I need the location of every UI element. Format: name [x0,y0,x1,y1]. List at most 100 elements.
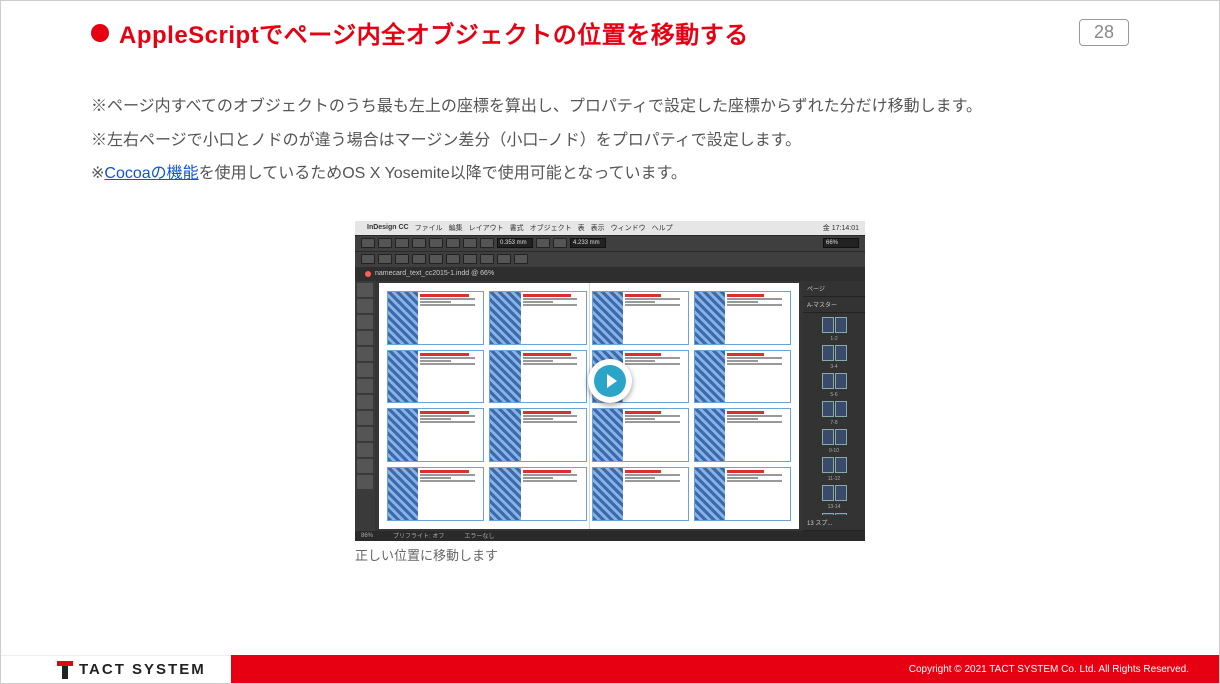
menu-type: 書式 [510,223,524,233]
desc-line-3: ※Cocoaの機能を使用しているためOS X Yosemite以降で使用可能とな… [91,157,1129,191]
menu-view: 表示 [591,223,605,233]
namecard [489,291,586,345]
page-number: 28 [1079,19,1129,46]
desc-line-3-suffix: を使用しているためOS X Yosemite以降で使用可能となっています。 [199,165,687,182]
status-preflight: プリフライト: オフ [393,531,444,540]
slide-title: AppleScriptでページ内全オブジェクトの位置を移動する [119,15,749,50]
desc-line-1: ※ページ内すべてのオブジェクトのうち最も左上の座標を算出し、プロパティで設定した… [91,90,1129,124]
page-spread [822,401,847,417]
desc-line-3-prefix: ※ [91,165,104,182]
tool-palette [355,281,375,531]
toolbar-button [553,238,567,248]
title-bullet [91,24,109,42]
toolbar-button [446,238,460,248]
tact-logo-icon [57,661,73,679]
traffic-light-close-icon [365,271,371,277]
document-tab-label: namecard_text_cc2015-1.indd @ 66% [375,270,494,277]
page-spread [822,373,847,389]
pages-count: 13 スプ... [803,515,865,531]
pages-panel-header: ページ [803,281,865,297]
tool-icon [357,347,373,361]
page-spread [822,317,847,333]
menubar-clock: 金 17:14:01 [823,223,859,233]
namecard [694,467,791,521]
namecard [387,408,484,462]
status-errors: エラーなし [464,531,494,540]
menu-file: ファイル [415,223,443,233]
toolbar-button [463,238,477,248]
namecard [489,408,586,462]
toolbar-button [536,238,550,248]
pages-panel-master: A-マスター [803,297,865,313]
tool-icon [357,411,373,425]
status-zoom: 86% [361,533,373,539]
menu-object: オブジェクト [530,223,572,233]
toolbar-field: 4.233 mm [570,238,606,248]
page-label: 7-8 [830,420,837,426]
namecard [387,291,484,345]
tool-icon [357,379,373,393]
tool-icon [357,443,373,457]
menu-edit: 編集 [449,223,463,233]
tool-icon [357,363,373,377]
page-spread [822,429,847,445]
zoom-field: 66% [823,238,859,248]
menu-table: 表 [578,223,585,233]
page-label: 5-6 [830,392,837,398]
namecard [387,467,484,521]
namecard [387,350,484,404]
page-spread [822,457,847,473]
page-label: 1-2 [830,336,837,342]
figure-caption: 正しい位置に移動します [355,541,865,564]
toolbar-button [361,254,375,264]
namecard [592,467,689,521]
page-spread [822,485,847,501]
tool-icon [357,427,373,441]
tool-icon [357,299,373,313]
cocoa-link[interactable]: Cocoaの機能 [104,165,198,182]
tool-icon [357,395,373,409]
pages-panel: ページ A-マスター 1-2 3-4 5-6 7-8 9-10 11-12 [803,281,865,531]
namecard [694,408,791,462]
tool-icon [357,459,373,473]
document-tab: namecard_text_cc2015-1.indd @ 66% [355,267,865,281]
tool-icon [357,331,373,345]
app-toolbar-1: 0.353 mm 4.233 mm 66% [355,235,865,251]
toolbar-field: 0.353 mm [497,238,533,248]
status-bar: 86% プリフライト: オフ エラーなし [355,531,865,541]
description-block: ※ページ内すべてのオブジェクトのうち最も左上の座標を算出し、プロパティで設定した… [1,50,1219,191]
toolbar-button [463,254,477,264]
toolbar-button [446,254,460,264]
namecard [592,408,689,462]
play-button[interactable] [588,359,632,403]
document-canvas [379,283,799,529]
play-icon [607,374,617,388]
menu-window: ウィンドウ [611,223,646,233]
toolbar-button [480,238,494,248]
toolbar-button [378,238,392,248]
toolbar-button [412,254,426,264]
namecard [489,467,586,521]
page-label: 9-10 [829,448,839,454]
app-name: InDesign CC [367,224,409,231]
toolbar-button [429,254,443,264]
tool-icon [357,475,373,489]
namecard [592,291,689,345]
toolbar-button [514,254,528,264]
page-label: 3-4 [830,364,837,370]
toolbar-button [429,238,443,248]
toolbar-button [361,238,375,248]
toolbar-button [395,254,409,264]
namecard [489,350,586,404]
toolbar-button [480,254,494,264]
mac-menubar: InDesign CC ファイル 編集 レイアウト 書式 オブジェクト 表 表示… [355,221,865,235]
menu-layout: レイアウト [469,223,504,233]
slide-footer: TACT SYSTEM Copyright © 2021 TACT SYSTEM… [1,655,1219,683]
namecard [694,291,791,345]
toolbar-button [497,254,511,264]
copyright-text: Copyright © 2021 TACT SYSTEM Co. Ltd. Al… [909,664,1189,675]
toolbar-button [378,254,392,264]
namecard [694,350,791,404]
page-label: 13-14 [828,504,841,510]
video-thumbnail[interactable]: InDesign CC ファイル 編集 レイアウト 書式 オブジェクト 表 表示… [355,221,865,541]
